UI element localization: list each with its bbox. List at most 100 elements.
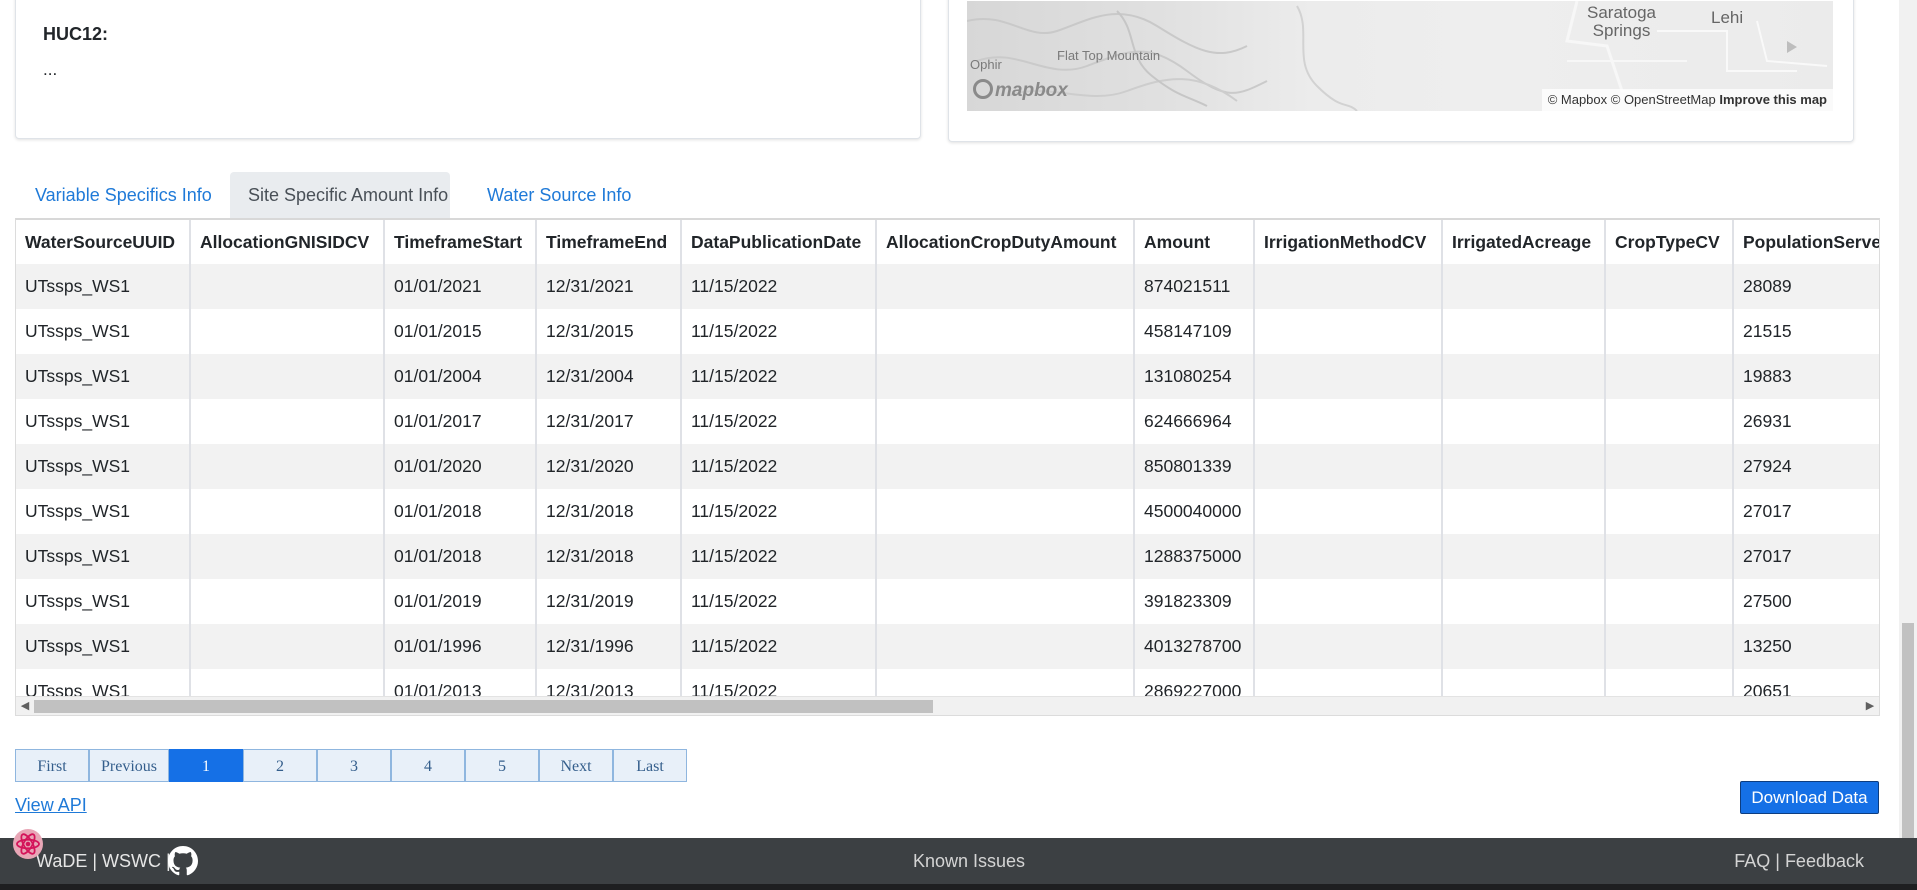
table-cell: [876, 624, 1135, 669]
table-cell: 624666964: [1134, 399, 1255, 444]
table-row: UTssps_WS1 01/01/2019 12/31/2019 11/15/2022…: [16, 579, 1879, 624]
table-cell: 11/15/2022: [681, 399, 877, 444]
map-view[interactable]: Flat Top Mountain Ophir Saratoga Springs…: [967, 1, 1833, 111]
github-icon[interactable]: [168, 846, 198, 876]
table-cell: [190, 579, 385, 624]
table-cell: [876, 489, 1135, 534]
faq-link[interactable]: FAQ: [1734, 851, 1770, 871]
footer: WaDE | WSWC | Known Issues FAQ | Feedbac…: [0, 838, 1917, 890]
footer-links-left[interactable]: WaDE | WSWC |: [36, 851, 171, 872]
page-button-4[interactable]: 4: [391, 749, 465, 782]
table-cell: 12/31/2019: [536, 579, 682, 624]
table-cell: 850801339: [1134, 444, 1255, 489]
table-cell: 26931: [1733, 399, 1879, 444]
table-cell: 01/01/2020: [384, 444, 537, 489]
column-header[interactable]: IrrigationMethodCV: [1254, 220, 1443, 264]
table-cell: 19883: [1733, 354, 1879, 399]
table-cell: 4500040000: [1134, 489, 1255, 534]
table-cell: [1254, 489, 1443, 534]
page-button-5[interactable]: 5: [465, 749, 539, 782]
page-button-2[interactable]: 2: [243, 749, 317, 782]
known-issues-link[interactable]: Known Issues: [913, 851, 1025, 872]
table-cell: 11/15/2022: [681, 489, 877, 534]
table-cell: 01/01/2017: [384, 399, 537, 444]
column-header[interactable]: TimeframeStart: [384, 220, 537, 264]
table-cell: 27924: [1733, 444, 1879, 489]
map-label-flat-top-mountain: Flat Top Mountain: [1057, 48, 1161, 63]
column-header[interactable]: WaterSourceUUID: [16, 220, 191, 264]
table-cell: UTssps_WS1: [16, 489, 191, 534]
table-cell: UTssps_WS1: [16, 264, 191, 309]
mapbox-logo[interactable]: mapbox: [973, 79, 1068, 102]
table-cell: UTssps_WS1: [16, 399, 191, 444]
table-cell: 12/31/2021: [536, 264, 682, 309]
column-header[interactable]: TimeframeEnd: [536, 220, 682, 264]
view-api-link[interactable]: View API: [15, 795, 87, 816]
table-cell: 11/15/2022: [681, 579, 877, 624]
tab-water-source-info[interactable]: Water Source Info: [469, 172, 644, 218]
huc12-label: HUC12:: [43, 24, 109, 44]
table-cell: 4013278700: [1134, 624, 1255, 669]
first-page-button[interactable]: First: [15, 749, 89, 782]
page-button-3[interactable]: 3: [317, 749, 391, 782]
table-cell: [1442, 534, 1606, 579]
react-icon[interactable]: [12, 828, 44, 860]
download-data-button[interactable]: Download Data: [1740, 781, 1879, 814]
tab-site-specific-amount-info[interactable]: Site Specific Amount Info: [230, 172, 450, 218]
column-header[interactable]: IrrigatedAcreage: [1442, 220, 1606, 264]
tab-variable-specifics-info[interactable]: Variable Specifics Info: [17, 172, 227, 218]
next-page-button[interactable]: Next: [539, 749, 613, 782]
table-cell: 11/15/2022: [681, 264, 877, 309]
footer-separator: |: [1775, 851, 1780, 871]
table-cell: [1254, 534, 1443, 579]
table-cell: [190, 264, 385, 309]
table-row: UTssps_WS1 01/01/2021 12/31/2021 11/15/2022…: [16, 264, 1879, 309]
mapbox-logo-text: mapbox: [995, 80, 1068, 101]
table-cell: 27017: [1733, 534, 1879, 579]
table-cell: [1442, 444, 1606, 489]
page-vertical-scrollbar[interactable]: [1899, 0, 1917, 838]
feedback-link[interactable]: Feedback: [1785, 851, 1864, 871]
table-cell: [1254, 309, 1443, 354]
previous-page-button[interactable]: Previous: [89, 749, 169, 782]
table-cell: [876, 264, 1135, 309]
amount-table-container: WaterSourceUUID AllocationGNISIDCV Timef…: [15, 218, 1880, 716]
table-cell: [876, 309, 1135, 354]
table-cell: 01/01/2018: [384, 489, 537, 534]
scroll-left-arrow-icon[interactable]: ◀: [16, 697, 34, 715]
attribution-text[interactable]: © Mapbox © OpenStreetMap: [1548, 92, 1716, 107]
column-header[interactable]: CropTypeCV: [1605, 220, 1734, 264]
table-cell: 13250: [1733, 624, 1879, 669]
scrollbar-thumb[interactable]: [34, 700, 933, 713]
column-header[interactable]: AllocationCropDutyAmount: [876, 220, 1135, 264]
table-cell: [1605, 399, 1734, 444]
table-cell: [876, 354, 1135, 399]
table-cell: [1254, 444, 1443, 489]
improve-map-link[interactable]: Improve this map: [1719, 92, 1827, 107]
column-header[interactable]: AllocationGNISIDCV: [190, 220, 385, 264]
table-cell: 458147109: [1134, 309, 1255, 354]
map-label-ophir: Ophir: [970, 57, 1002, 72]
table-cell: 12/31/2015: [536, 309, 682, 354]
table-cell: 01/01/2015: [384, 309, 537, 354]
page-scrollbar-thumb[interactable]: [1902, 623, 1914, 838]
table-cell: 28089: [1733, 264, 1879, 309]
column-header[interactable]: Amount: [1134, 220, 1255, 264]
page-button-1[interactable]: 1: [169, 749, 243, 782]
last-page-button[interactable]: Last: [613, 749, 687, 782]
table-cell: [1605, 489, 1734, 534]
column-header[interactable]: DataPublicationDate: [681, 220, 877, 264]
footer-bottom-strip: [0, 884, 1917, 890]
scroll-right-arrow-icon[interactable]: ▶: [1861, 697, 1879, 715]
table-cell: 01/01/1996: [384, 624, 537, 669]
table-cell: [1605, 534, 1734, 579]
table-row: UTssps_WS1 01/01/2017 12/31/2017 11/15/2022…: [16, 399, 1879, 444]
table-cell: [1442, 579, 1606, 624]
table-cell: [1442, 354, 1606, 399]
table-cell: 12/31/2018: [536, 534, 682, 579]
table-cell: 12/31/2004: [536, 354, 682, 399]
table-cell: [1254, 579, 1443, 624]
table-horizontal-scrollbar[interactable]: ◀ ▶: [16, 696, 1879, 715]
column-header[interactable]: PopulationServed: [1733, 220, 1879, 264]
table-cell: 391823309: [1134, 579, 1255, 624]
